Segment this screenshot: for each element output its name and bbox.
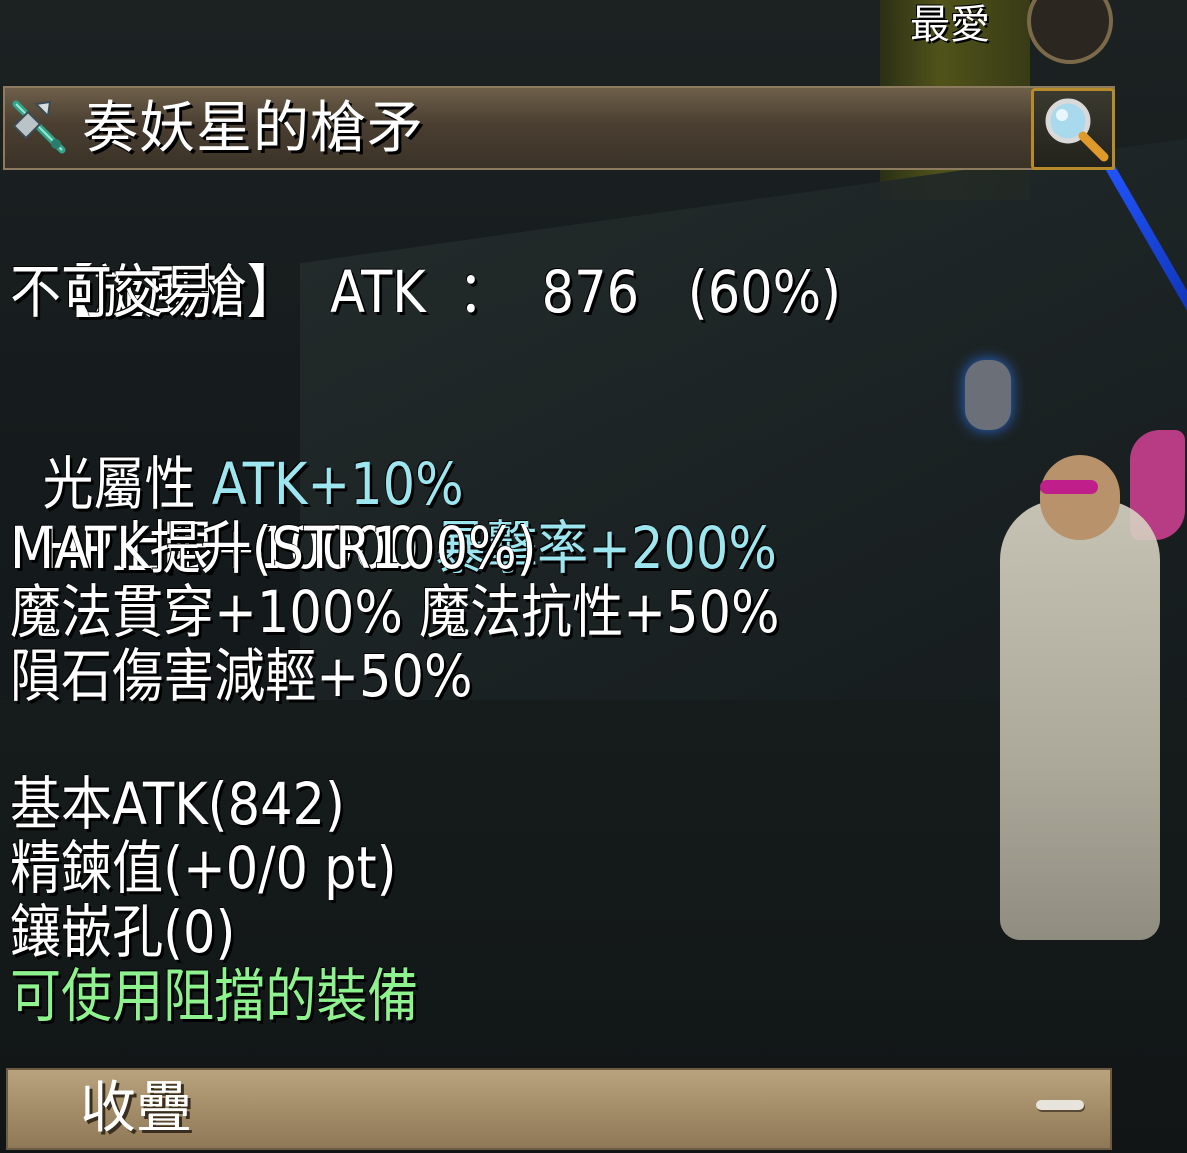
atk-value: 876: [541, 258, 640, 326]
refine-line: 精鍊值(+0/0 pt): [10, 834, 397, 902]
minus-icon[interactable]: [1036, 1100, 1084, 1110]
atk-colon: ：: [458, 258, 510, 326]
player-character: [1000, 500, 1160, 940]
atk-label: ATK: [330, 258, 426, 326]
meteor-reduction-line: 隕石傷害減輕+50%: [10, 642, 473, 710]
base-atk-line: 基本ATK(842): [10, 770, 345, 838]
magnifier-icon: [1045, 98, 1109, 162]
player-character-head: [1040, 455, 1120, 540]
player-character-glasses: [1040, 480, 1098, 494]
search-button[interactable]: [1031, 88, 1115, 170]
matk-line: MATK提升(STR100%): [10, 514, 537, 582]
guard-equip-line: 可使用阻擋的裝備: [10, 962, 419, 1030]
collapse-label: 收疊: [80, 1076, 192, 1141]
magic-pen-res-line: 魔法貫穿+100% 魔法抗性+50%: [10, 578, 780, 646]
favorite-label: 最愛: [910, 2, 990, 48]
slot-line: 鑲嵌孔(0): [10, 898, 236, 966]
mouse-creature: [965, 360, 1011, 430]
atk-percent: (60%): [687, 258, 842, 326]
spear-weapon-icon: [6, 96, 70, 160]
item-name: 奏妖星的槍矛: [82, 96, 424, 161]
trade-restriction: 不可交易: [10, 258, 215, 326]
